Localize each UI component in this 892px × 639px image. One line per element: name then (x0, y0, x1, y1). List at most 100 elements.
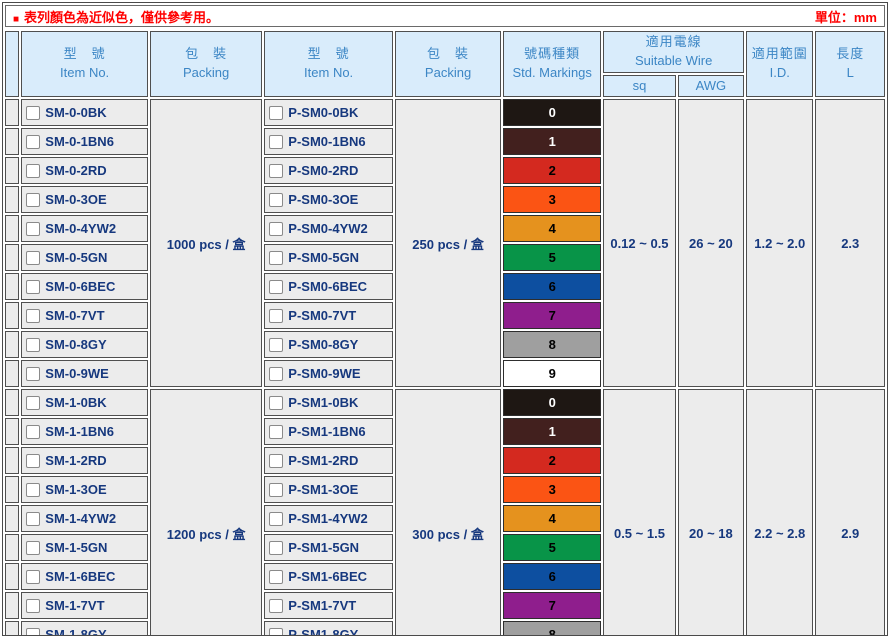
item-row: SM-0-4YW2 (22, 221, 147, 236)
header-spacer-cell (5, 31, 19, 97)
item-checkbox[interactable] (269, 425, 283, 439)
header-sq: sq (603, 75, 676, 97)
red-square-icon: ■ (13, 14, 19, 25)
row-spacer-cell (5, 244, 19, 271)
item-cell: P-SM0-6BEC (264, 273, 393, 300)
header-packing-2-zh: 包 裝 (396, 45, 500, 64)
item-row: SM-0-0BK (22, 105, 147, 120)
item-row: P-SM0-2RD (265, 163, 392, 178)
row-spacer-cell (5, 128, 19, 155)
marking-swatch: 6 (503, 563, 601, 590)
marking-swatch: 2 (503, 447, 601, 474)
item-cell: SM-0-1BN6 (21, 128, 148, 155)
row-spacer-cell (5, 505, 19, 532)
item-checkbox[interactable] (269, 251, 283, 265)
item-checkbox[interactable] (26, 512, 40, 526)
item-row: P-SM0-8GY (265, 337, 392, 352)
item-checkbox[interactable] (26, 599, 40, 613)
item-label: SM-1-3OE (45, 482, 106, 497)
marking-swatch: 1 (503, 128, 601, 155)
item-cell: P-SM1-4YW2 (264, 505, 393, 532)
item-checkbox[interactable] (26, 454, 40, 468)
item-row: SM-1-4YW2 (22, 511, 147, 526)
item-label: P-SM1-6BEC (288, 569, 367, 584)
item-label: P-SM0-1BN6 (288, 134, 365, 149)
item-checkbox[interactable] (269, 193, 283, 207)
item-checkbox[interactable] (26, 541, 40, 555)
item-checkbox[interactable] (269, 367, 283, 381)
header-id: 適用範圍 I.D. (746, 31, 813, 97)
item-checkbox[interactable] (269, 396, 283, 410)
item-checkbox[interactable] (269, 222, 283, 236)
item-checkbox[interactable] (269, 599, 283, 613)
header-item-no-2: 型 號 Item No. (264, 31, 393, 97)
item-checkbox[interactable] (269, 483, 283, 497)
item-row: SM-1-1BN6 (22, 424, 147, 439)
item-checkbox[interactable] (269, 454, 283, 468)
item-row: P-SM1-1BN6 (265, 424, 392, 439)
item-checkbox[interactable] (269, 512, 283, 526)
item-label: SM-0-0BK (45, 105, 106, 120)
item-row: P-SM0-0BK (265, 105, 392, 120)
item-cell: SM-1-6BEC (21, 563, 148, 590)
item-checkbox[interactable] (26, 338, 40, 352)
marking-swatch: 0 (503, 99, 601, 126)
item-checkbox[interactable] (26, 135, 40, 149)
id-range-cell: 1.2 ~ 2.0 (746, 99, 813, 387)
header-suitable-wire-zh: 適用電線 (604, 33, 743, 52)
header-length-zh: 長度 (816, 45, 884, 64)
color-disclaimer-note: ■表列顏色為近似色，僅供參考用。 (13, 7, 219, 26)
item-row: SM-0-2RD (22, 163, 147, 178)
item-checkbox[interactable] (26, 483, 40, 497)
header-item-no-1: 型 號 Item No. (21, 31, 148, 97)
item-label: SM-1-8GY (45, 627, 106, 636)
item-checkbox[interactable] (269, 309, 283, 323)
item-checkbox[interactable] (26, 570, 40, 584)
item-checkbox[interactable] (269, 541, 283, 555)
length-cell: 2.3 (815, 99, 885, 387)
marking-swatch: 8 (503, 621, 601, 636)
item-checkbox[interactable] (269, 135, 283, 149)
item-checkbox[interactable] (26, 309, 40, 323)
item-cell: P-SM1-1BN6 (264, 418, 393, 445)
item-cell: P-SM0-0BK (264, 99, 393, 126)
item-checkbox[interactable] (269, 628, 283, 637)
top-note-bar: ■表列顏色為近似色，僅供參考用。 單位：mm (5, 5, 885, 27)
item-cell: P-SM0-3OE (264, 186, 393, 213)
item-checkbox[interactable] (26, 251, 40, 265)
marking-swatch: 7 (503, 302, 601, 329)
item-cell: P-SM0-7VT (264, 302, 393, 329)
item-label: SM-0-4YW2 (45, 221, 116, 236)
item-label: P-SM0-3OE (288, 192, 358, 207)
item-checkbox[interactable] (26, 367, 40, 381)
item-checkbox[interactable] (269, 106, 283, 120)
item-checkbox[interactable] (269, 570, 283, 584)
item-cell: SM-0-2RD (21, 157, 148, 184)
item-checkbox[interactable] (26, 106, 40, 120)
item-checkbox[interactable] (26, 396, 40, 410)
item-row: SM-1-6BEC (22, 569, 147, 584)
header-suitable-wire-en: Suitable Wire (604, 52, 743, 71)
item-checkbox[interactable] (26, 222, 40, 236)
item-cell: P-SM0-4YW2 (264, 215, 393, 242)
item-row: SM-1-5GN (22, 540, 147, 555)
item-checkbox[interactable] (269, 338, 283, 352)
packing-cell-psm: 250 pcs / 盒 (395, 99, 501, 387)
item-label: P-SM1-1BN6 (288, 424, 365, 439)
item-label: P-SM0-5GN (288, 250, 359, 265)
item-checkbox[interactable] (269, 164, 283, 178)
item-row: P-SM0-9WE (265, 366, 392, 381)
packing-cell-sm: 1000 pcs / 盒 (150, 99, 262, 387)
item-cell: SM-1-0BK (21, 389, 148, 416)
item-row: SM-1-3OE (22, 482, 147, 497)
header-packing-1-en: Packing (151, 64, 261, 83)
item-checkbox[interactable] (26, 193, 40, 207)
item-checkbox[interactable] (269, 280, 283, 294)
item-cell: P-SM1-8GY (264, 621, 393, 636)
item-checkbox[interactable] (26, 280, 40, 294)
item-checkbox[interactable] (26, 425, 40, 439)
length-cell: 2.9 (815, 389, 885, 636)
item-checkbox[interactable] (26, 164, 40, 178)
item-row: SM-0-7VT (22, 308, 147, 323)
item-checkbox[interactable] (26, 628, 40, 637)
